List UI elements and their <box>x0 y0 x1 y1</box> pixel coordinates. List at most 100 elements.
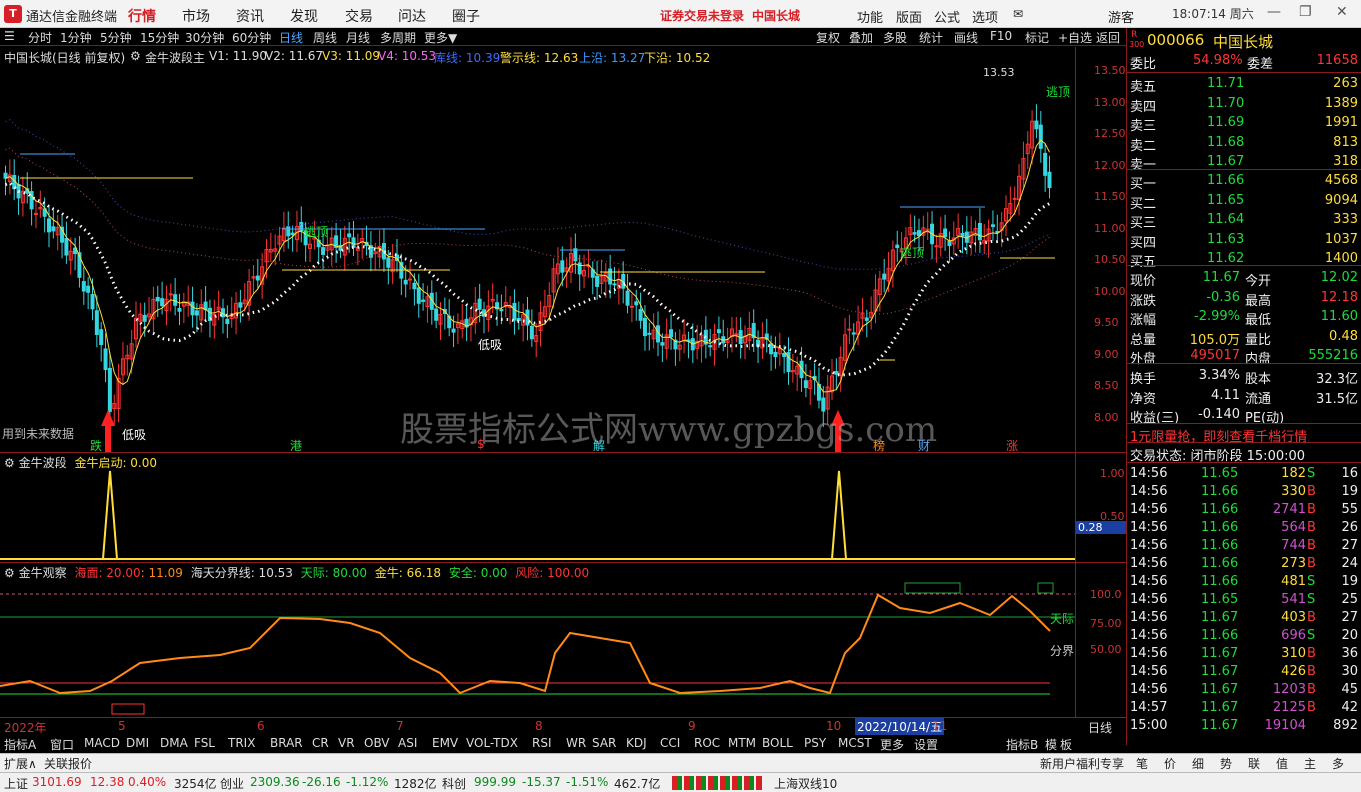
indicator-tab-窗口[interactable]: 窗口 <box>50 736 74 753</box>
candle-body[interactable] <box>782 352 787 357</box>
candle-body[interactable] <box>160 298 165 307</box>
indicator-tab-psy[interactable]: PSY <box>804 736 826 750</box>
menu-zixun[interactable]: 资讯 <box>236 6 264 26</box>
btn-f10[interactable]: F10 <box>990 29 1012 43</box>
candle-body[interactable] <box>595 275 600 287</box>
candle-body[interactable] <box>625 290 630 306</box>
btn-duogu[interactable]: 多股 <box>883 29 907 46</box>
tab-60min[interactable]: 60分钟 <box>232 29 271 46</box>
btn-huaxian[interactable]: 画线 <box>954 29 978 46</box>
menu-jiaoyi[interactable]: 交易 <box>345 6 373 26</box>
indicator-tab-kdj[interactable]: KDJ <box>626 736 647 750</box>
candle-body[interactable] <box>851 332 856 335</box>
tab-fenshi[interactable]: 分时 <box>28 29 52 46</box>
tab-15min[interactable]: 15分钟 <box>140 29 179 46</box>
indicator-b-tab[interactable]: 模 <box>1045 736 1057 753</box>
tab-monthly[interactable]: 月线 <box>346 29 370 46</box>
indicator-b-tab[interactable]: 指标B <box>1006 736 1038 753</box>
candle-body[interactable] <box>1012 197 1017 200</box>
indicator-tab-设置[interactable]: 设置 <box>914 736 938 753</box>
candle-body[interactable] <box>155 296 160 302</box>
candle-body[interactable] <box>403 279 408 285</box>
candle-body[interactable] <box>47 218 51 233</box>
candle-body[interactable] <box>408 278 413 281</box>
candle-body[interactable] <box>803 380 808 389</box>
candle-body[interactable] <box>612 283 617 286</box>
indicator-tab-emv[interactable]: EMV <box>432 736 458 750</box>
candle-body[interactable] <box>64 238 69 256</box>
tab-more[interactable]: 更多▼ <box>424 29 457 46</box>
candle-body[interactable] <box>225 318 230 324</box>
sh-dual-line[interactable]: 上海双线10 <box>774 775 837 792</box>
candle-body[interactable] <box>90 293 95 310</box>
indicator-tab-boll[interactable]: BOLL <box>762 736 793 750</box>
btn-fanhui[interactable]: 返回 <box>1096 29 1120 46</box>
expand-button[interactable]: 扩展∧ <box>4 755 37 772</box>
related-quote-tab[interactable]: 关联报价 <box>44 755 92 772</box>
candle-body[interactable] <box>734 333 739 336</box>
btn-diejia[interactable]: 叠加 <box>849 29 873 46</box>
candle-body[interactable] <box>412 282 417 290</box>
indicator-tab-dma[interactable]: DMA <box>160 736 188 750</box>
candle-body[interactable] <box>499 308 504 312</box>
indicator-tab-obv[interactable]: OBV <box>364 736 390 750</box>
settings-icon[interactable]: ⚙ <box>130 49 141 63</box>
candle-body[interactable] <box>660 342 665 346</box>
candle-body[interactable] <box>716 329 721 334</box>
candle-body[interactable] <box>51 226 56 232</box>
candle-body[interactable] <box>94 310 99 335</box>
candle-body[interactable] <box>347 233 352 238</box>
indicator-tab-vol-tdx[interactable]: VOL-TDX <box>466 736 518 750</box>
menu-banmian[interactable]: 版面 <box>896 7 922 26</box>
candle-body[interactable] <box>708 345 713 348</box>
new-user-promo[interactable]: 新用户福利专享 <box>1040 755 1124 772</box>
btn-tongji[interactable]: 统计 <box>919 29 943 46</box>
tab-1min[interactable]: 1分钟 <box>60 29 92 46</box>
menu-xuanxiang[interactable]: 选项 <box>972 7 998 26</box>
user-label[interactable]: 游客 <box>1108 7 1134 26</box>
right-tab[interactable]: 主 <box>1304 755 1316 772</box>
candle-body[interactable] <box>512 302 517 321</box>
tab-weekly[interactable]: 周线 <box>313 29 337 46</box>
candle-body[interactable] <box>960 232 965 237</box>
candle-body[interactable] <box>416 287 421 304</box>
btn-fuquan[interactable]: 复权 <box>816 29 840 46</box>
candle-body[interactable] <box>882 273 887 280</box>
candle-body[interactable] <box>142 314 147 322</box>
indicator-tab-asi[interactable]: ASI <box>398 736 417 750</box>
candle-body[interactable] <box>86 285 91 293</box>
candle-body[interactable] <box>977 222 982 241</box>
candle-body[interactable] <box>934 245 939 248</box>
candle-body[interactable] <box>669 329 674 338</box>
candle-body[interactable] <box>895 244 900 249</box>
candle-body[interactable] <box>190 301 195 316</box>
indicator-tab-rsi[interactable]: RSI <box>532 736 552 750</box>
candle-body[interactable] <box>103 348 108 371</box>
indicator-tab-macd[interactable]: MACD <box>84 736 120 750</box>
btn-zixuan[interactable]: +自选 <box>1058 29 1092 46</box>
menu-shichang[interactable]: 市场 <box>182 6 210 26</box>
right-tab[interactable]: 笔 <box>1136 755 1148 772</box>
candle-body[interactable] <box>386 257 391 268</box>
candle-body[interactable] <box>173 294 178 306</box>
candle-body[interactable] <box>864 317 869 321</box>
candle-body[interactable] <box>255 275 260 281</box>
right-tab[interactable]: 多 <box>1332 755 1344 772</box>
pane3-chart[interactable] <box>0 563 1075 717</box>
candle-body[interactable] <box>638 309 643 321</box>
candle-body[interactable] <box>81 281 86 292</box>
candle-body[interactable] <box>421 299 426 302</box>
candle-body[interactable] <box>769 343 774 355</box>
indicator-tab-cci[interactable]: CCI <box>660 736 680 750</box>
candle-body[interactable] <box>177 307 182 312</box>
candle-body[interactable] <box>107 367 112 412</box>
candle-body[interactable] <box>773 351 778 358</box>
indicator-tab-roc[interactable]: ROC <box>694 736 720 750</box>
candle-body[interactable] <box>642 317 647 337</box>
indicator-tab-vr[interactable]: VR <box>338 736 355 750</box>
candle-body[interactable] <box>577 262 582 275</box>
indicator-tab-wr[interactable]: WR <box>566 736 586 750</box>
candle-body[interactable] <box>990 224 995 228</box>
candle-body[interactable] <box>847 328 852 331</box>
menu-gongshi[interactable]: 公式 <box>934 7 960 26</box>
